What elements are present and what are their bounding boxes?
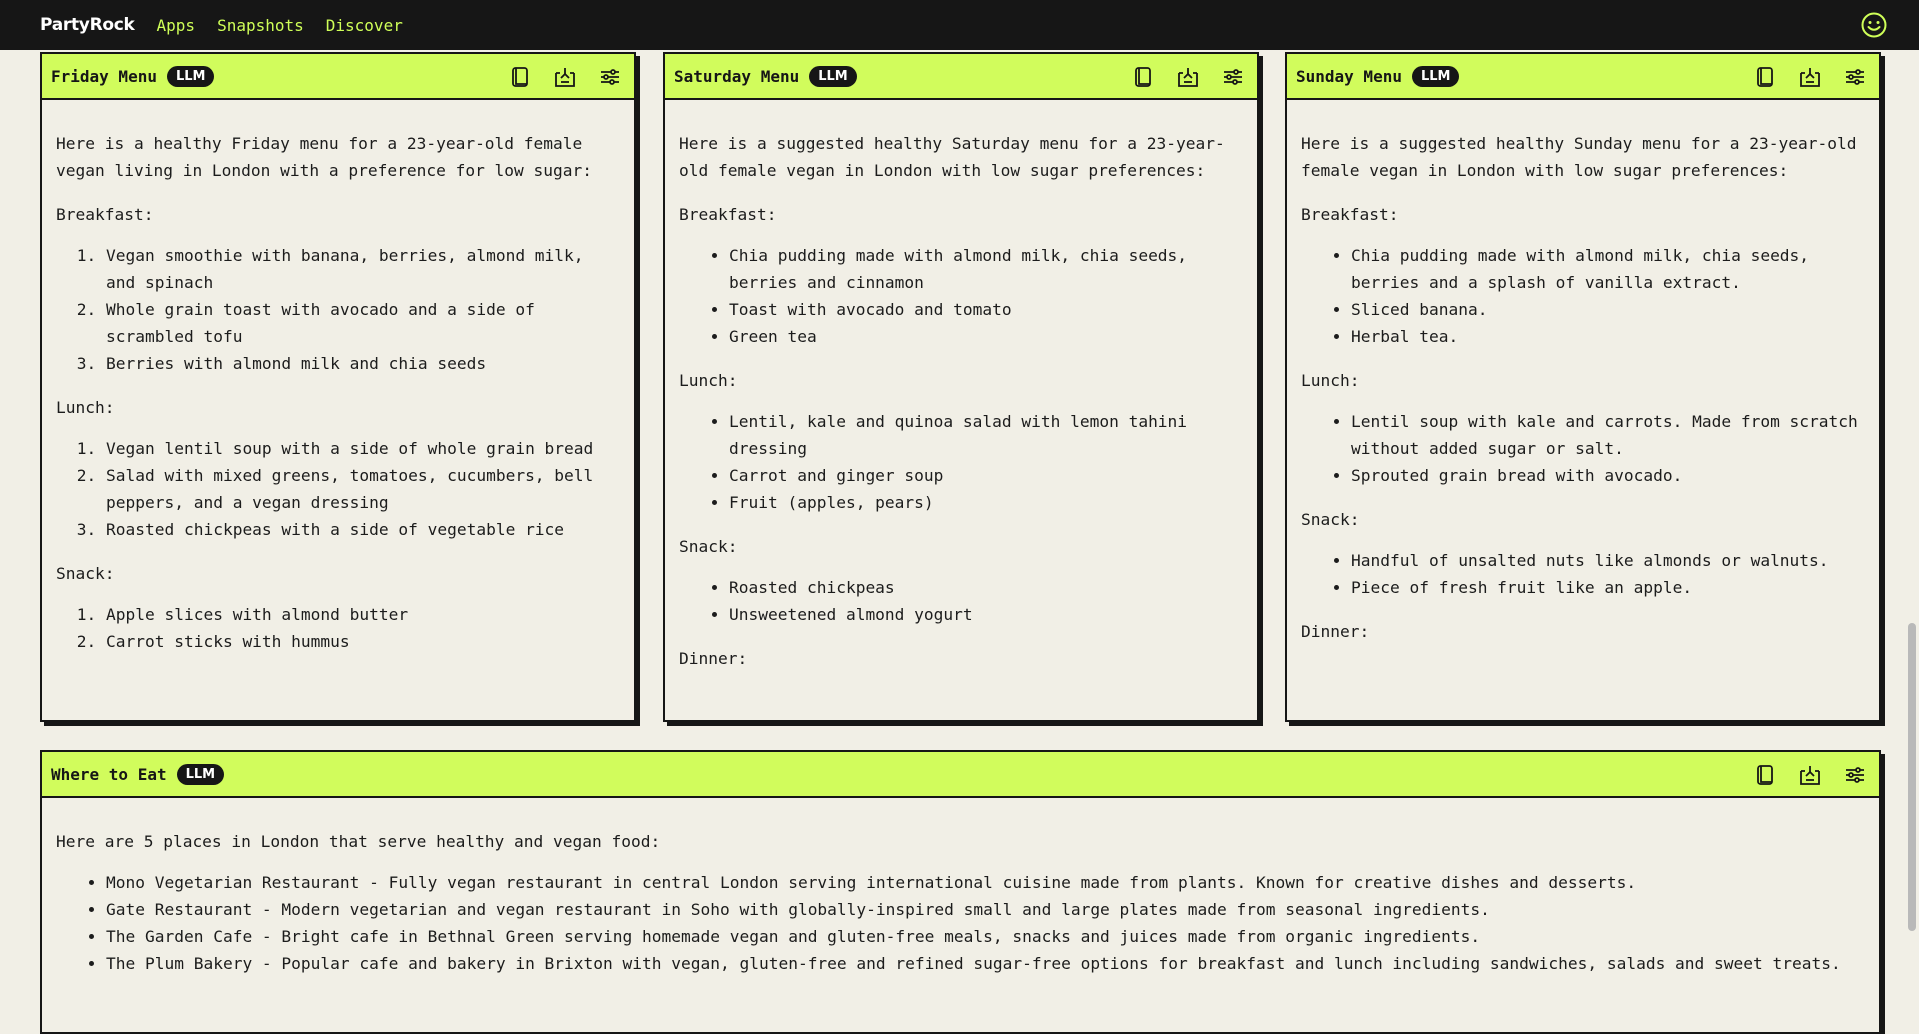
widget-header: Saturday Menu LLM	[665, 54, 1257, 100]
list-item: Sliced banana.	[1351, 296, 1864, 323]
widget-title: Friday Menu	[51, 66, 157, 86]
sunday-menu-widget: Sunday Menu LLM Here is a suggested heal…	[1285, 52, 1881, 722]
page-scrollbar[interactable]	[1905, 50, 1919, 1034]
list-item: The Garden Cafe - Bright cafe in Bethnal…	[106, 923, 1864, 950]
widget-output: Here is a suggested healthy Sunday menu …	[1287, 100, 1879, 662]
snack-list: Handful of unsalted nuts like almonds or…	[1301, 547, 1864, 601]
section-heading: Breakfast:	[679, 205, 777, 224]
nav-link-snapshots[interactable]: Snapshots	[217, 16, 304, 35]
list-item: Handful of unsalted nuts like almonds or…	[1351, 547, 1864, 574]
scrollbar-thumb[interactable]	[1908, 623, 1916, 931]
list-item: Berries with almond milk and chia seeds	[106, 350, 619, 377]
list-item: Vegan smoothie with banana, berries, alm…	[106, 242, 619, 296]
share-icon[interactable]	[1176, 65, 1200, 89]
widget-output: Here is a suggested healthy Saturday men…	[665, 100, 1257, 689]
llm-badge: LLM	[809, 65, 857, 87]
copy-icon[interactable]	[1753, 763, 1777, 787]
section-heading: Snack:	[679, 537, 738, 556]
copy-icon[interactable]	[508, 65, 532, 89]
list-item: Unsweetened almond yogurt	[729, 601, 1242, 628]
list-item: Roasted chickpeas with a side of vegetab…	[106, 516, 619, 543]
section-heading: Dinner:	[1301, 622, 1370, 641]
smiley-face-icon[interactable]	[1861, 12, 1887, 38]
scroll-fade	[42, 698, 634, 720]
sliders-icon[interactable]	[1221, 65, 1245, 89]
copy-icon[interactable]	[1753, 65, 1777, 89]
section-heading: Breakfast:	[1301, 205, 1399, 224]
section-heading: Lunch:	[1301, 371, 1360, 390]
intro-text: Here is a suggested healthy Sunday menu …	[1301, 134, 1857, 180]
restaurant-list: Mono Vegetarian Restaurant - Fully vegan…	[56, 869, 1864, 977]
list-item: The Plum Bakery - Popular cafe and baker…	[106, 950, 1864, 977]
section-heading: Breakfast:	[56, 205, 154, 224]
widget-title: Saturday Menu	[674, 66, 800, 86]
breakfast-list: Chia pudding made with almond milk, chia…	[679, 242, 1242, 350]
top-navbar: PartyRock Apps Snapshots Discover	[0, 0, 1919, 50]
share-icon[interactable]	[1798, 763, 1822, 787]
list-item: Chia pudding made with almond milk, chia…	[1351, 242, 1864, 296]
list-item: Carrot and ginger soup	[729, 462, 1242, 489]
section-heading: Snack:	[1301, 510, 1360, 529]
share-icon[interactable]	[1798, 65, 1822, 89]
widget-output: Here is a healthy Friday menu for a 23-y…	[42, 100, 634, 672]
section-heading: Lunch:	[56, 398, 115, 417]
sliders-icon[interactable]	[1843, 65, 1867, 89]
section-heading: Dinner:	[679, 649, 748, 668]
list-item: Sprouted grain bread with avocado.	[1351, 462, 1864, 489]
intro-text: Here are 5 places in London that serve h…	[56, 832, 661, 851]
where-to-eat-widget: Where to Eat LLM Here are 5 places in Lo…	[40, 750, 1881, 1034]
snack-list: Roasted chickpeas Unsweetened almond yog…	[679, 574, 1242, 628]
llm-badge: LLM	[166, 65, 215, 87]
llm-badge: LLM	[1411, 65, 1460, 87]
widget-title: Sunday Menu	[1296, 66, 1402, 86]
list-item: Chia pudding made with almond milk, chia…	[729, 242, 1242, 296]
list-item: Apple slices with almond butter	[106, 601, 619, 628]
list-item: Piece of fresh fruit like an apple.	[1351, 574, 1864, 601]
section-heading: Lunch:	[679, 371, 738, 390]
widget-header: Sunday Menu LLM	[1287, 54, 1879, 100]
widget-header: Where to Eat LLM	[42, 752, 1879, 798]
list-item: Lentil soup with kale and carrots. Made …	[1351, 408, 1864, 462]
sliders-icon[interactable]	[598, 65, 622, 89]
list-item: Toast with avocado and tomato	[729, 296, 1242, 323]
copy-icon[interactable]	[1131, 65, 1155, 89]
list-item: Salad with mixed greens, tomatoes, cucum…	[106, 462, 619, 516]
brand-logo[interactable]: PartyRock	[40, 15, 135, 35]
list-item: Roasted chickpeas	[729, 574, 1242, 601]
list-item: Whole grain toast with avocado and a sid…	[106, 296, 619, 350]
nav-link-discover[interactable]: Discover	[326, 16, 403, 35]
friday-menu-widget: Friday Menu LLM Here is a healthy Friday…	[40, 52, 636, 722]
nav-link-apps[interactable]: Apps	[157, 16, 196, 35]
share-icon[interactable]	[553, 65, 577, 89]
breakfast-list: Vegan smoothie with banana, berries, alm…	[56, 242, 619, 377]
widget-output: Here are 5 places in London that serve h…	[42, 798, 1879, 994]
lunch-list: Vegan lentil soup with a side of whole g…	[56, 435, 619, 543]
scroll-fade	[1287, 698, 1879, 720]
list-item: Carrot sticks with hummus	[106, 628, 619, 655]
list-item: Gate Restaurant - Modern vegetarian and …	[106, 896, 1864, 923]
list-item: Herbal tea.	[1351, 323, 1864, 350]
lunch-list: Lentil soup with kale and carrots. Made …	[1301, 408, 1864, 489]
intro-text: Here is a suggested healthy Saturday men…	[679, 134, 1225, 180]
breakfast-list: Chia pudding made with almond milk, chia…	[1301, 242, 1864, 350]
saturday-menu-widget: Saturday Menu LLM Here is a suggested he…	[663, 52, 1259, 722]
llm-badge: LLM	[176, 763, 225, 785]
widget-title: Where to Eat	[51, 764, 167, 784]
list-item: Mono Vegetarian Restaurant - Fully vegan…	[106, 869, 1864, 896]
snack-list: Apple slices with almond butter Carrot s…	[56, 601, 619, 655]
section-heading: Snack:	[56, 564, 115, 583]
list-item: Lentil, kale and quinoa salad with lemon…	[729, 408, 1242, 462]
list-item: Green tea	[729, 323, 1242, 350]
lunch-list: Lentil, kale and quinoa salad with lemon…	[679, 408, 1242, 516]
scroll-fade	[665, 698, 1257, 720]
widget-header: Friday Menu LLM	[42, 54, 634, 100]
intro-text: Here is a healthy Friday menu for a 23-y…	[56, 134, 593, 180]
sliders-icon[interactable]	[1843, 763, 1867, 787]
list-item: Vegan lentil soup with a side of whole g…	[106, 435, 619, 462]
list-item: Fruit (apples, pears)	[729, 489, 1242, 516]
